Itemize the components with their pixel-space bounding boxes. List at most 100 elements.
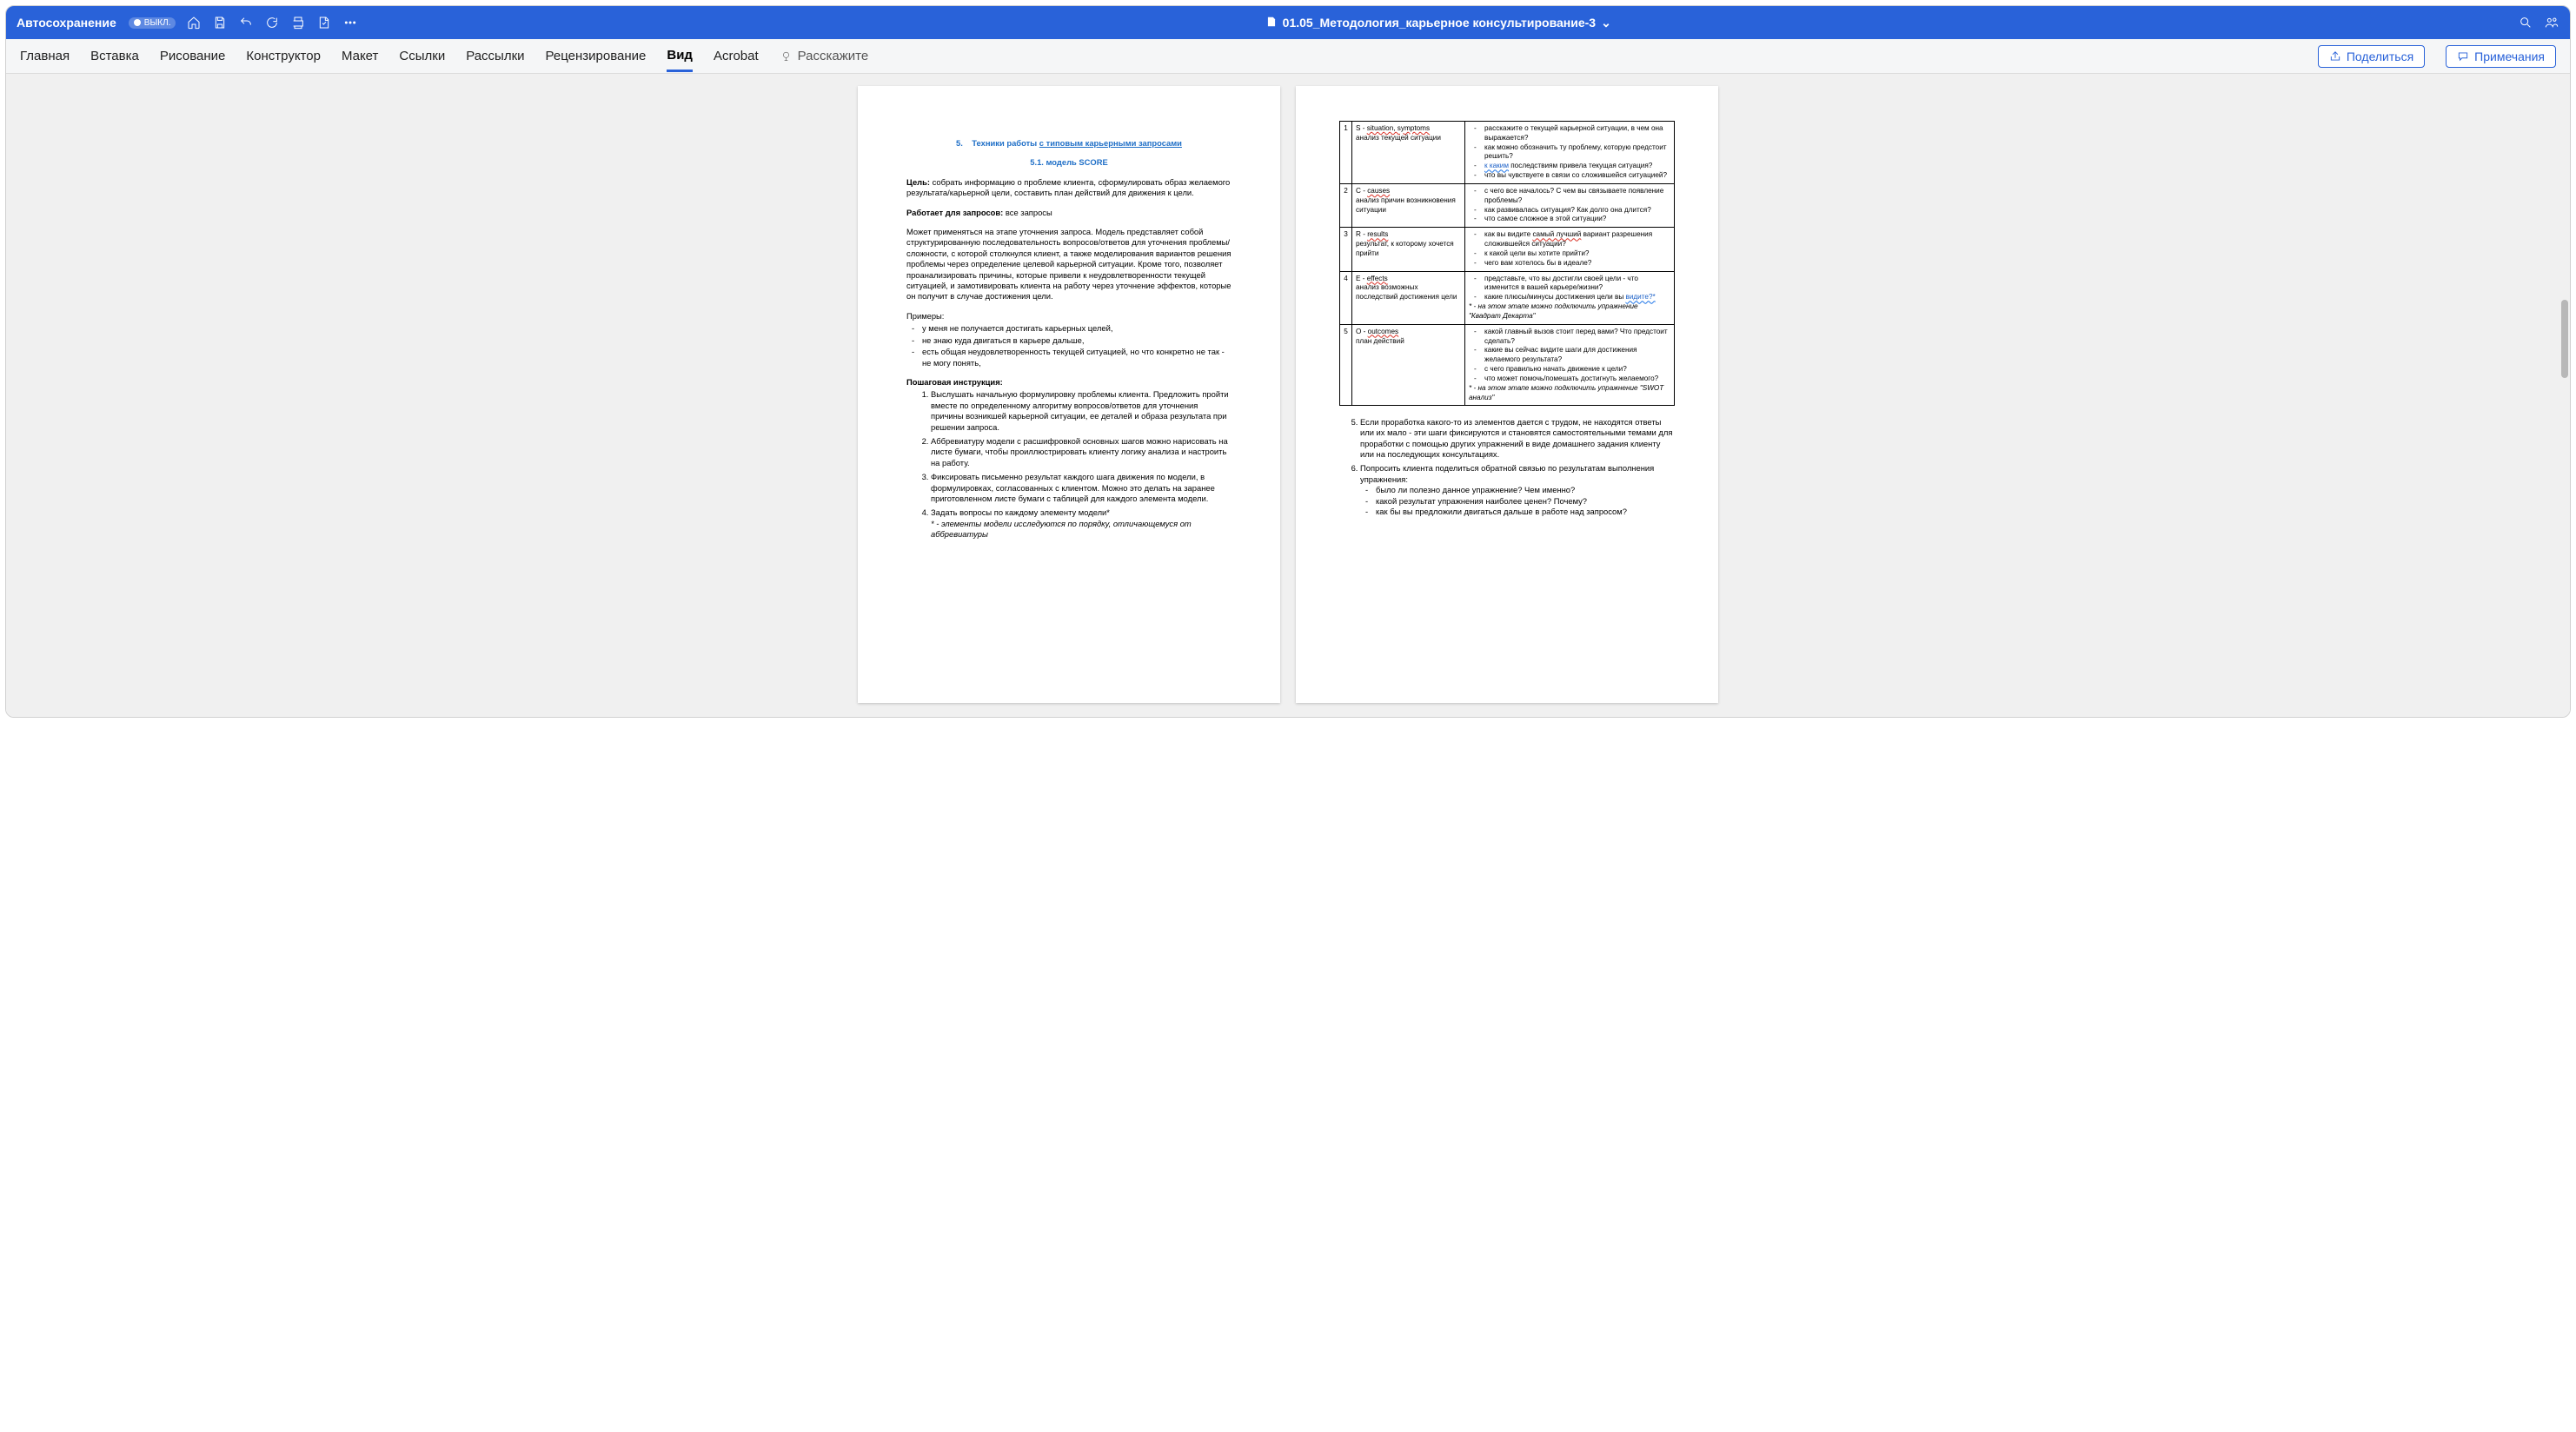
page-1: 5. Техники работы с типовым карьерными з… <box>858 86 1280 703</box>
list-item: Аббревиатуру модели с расшифровкой основ… <box>931 436 1232 468</box>
steps-list: Выслушать начальную формулировку проблем… <box>906 389 1232 540</box>
table-row: 1S - situation, symptomsанализ текущей с… <box>1340 122 1675 184</box>
list-item: не знаю куда двигаться в карьере дальше, <box>922 335 1232 346</box>
row-term: R - resultsрезультат, к которому хочется… <box>1352 228 1465 271</box>
tab-references[interactable]: Ссылки <box>399 42 445 70</box>
tab-insert[interactable]: Вставка <box>90 42 139 70</box>
template-icon[interactable] <box>316 15 332 30</box>
ribbon: Главная Вставка Рисование Конструктор Ма… <box>6 39 2570 74</box>
tab-review[interactable]: Рецензирование <box>546 42 647 70</box>
row-note: * - на этом этапе можно подключить упраж… <box>1469 302 1670 322</box>
tab-home[interactable]: Главная <box>20 42 70 70</box>
row-questions: расскажите о текущей карьерной ситуации,… <box>1465 122 1675 184</box>
comments-button[interactable]: Примечания <box>2446 45 2556 68</box>
list-item: Задать вопросы по каждому элементу модел… <box>931 507 1232 540</box>
word-doc-icon <box>1265 16 1278 30</box>
list-item: было ли полезно данное упражнение? Чем и… <box>1376 485 1675 495</box>
scrollbar-thumb[interactable] <box>2561 300 2568 378</box>
works-text: все запросы <box>1003 208 1052 217</box>
row-term: C - causesанализ причин возникновения си… <box>1352 183 1465 227</box>
row-number: 3 <box>1340 228 1352 271</box>
autosave-toggle[interactable]: ВЫКЛ. <box>129 17 176 29</box>
description: Может применяться на этапе уточнения зап… <box>906 227 1232 302</box>
list-item: к какой цели вы хотите прийти? <box>1477 249 1670 259</box>
autosave-state: ВЫКЛ. <box>144 18 171 28</box>
home-icon[interactable] <box>186 15 202 30</box>
works-label: Работает для запросов: <box>906 208 1003 217</box>
list-item: как развивалась ситуация? Как долго она … <box>1477 206 1670 215</box>
list-item: как вы видите самый лучший вариант разре… <box>1477 230 1670 249</box>
undo-icon[interactable] <box>238 15 254 30</box>
list-item: Попросить клиента поделиться обратной св… <box>1360 463 1675 517</box>
score-table: 1S - situation, symptomsанализ текущей с… <box>1339 121 1675 406</box>
list-item: расскажите о текущей карьерной ситуации,… <box>1477 124 1670 143</box>
document-title[interactable]: 01.05_Методология_карьерное консультиров… <box>358 16 2518 30</box>
more-icon[interactable] <box>342 15 358 30</box>
list-item: как бы вы предложили двигаться дальше в … <box>1376 507 1675 517</box>
list-item: Фиксировать письменно результат каждого … <box>931 472 1232 504</box>
list-item: какие плюсы/минусы достижения цели вы ви… <box>1477 293 1670 302</box>
row-questions: представьте, что вы достигли своей цели … <box>1465 271 1675 324</box>
list-item: как можно обозначить ту проблему, котору… <box>1477 143 1670 162</box>
row-term: O - outcomesплан действий <box>1352 324 1465 406</box>
list-item: есть общая неудовлетворенность текущей с… <box>922 347 1232 368</box>
list-item: что вы чувствуете в связи со сложившейся… <box>1477 171 1670 181</box>
tab-view[interactable]: Вид <box>667 41 693 72</box>
autosave-label: Автосохранение <box>17 16 116 30</box>
tab-mailings[interactable]: Рассылки <box>466 42 524 70</box>
app-window: Автосохранение ВЫКЛ. 01.05_Методология_к… <box>5 5 2571 718</box>
list-item: Выслушать начальную формулировку проблем… <box>931 389 1232 433</box>
list-item: что самое сложное в этой ситуации? <box>1477 215 1670 224</box>
list-item: чего вам хотелось бы в идеале? <box>1477 259 1670 268</box>
list-item: Если проработка какого-то из элементов д… <box>1360 417 1675 461</box>
heading-number: 5. <box>956 138 963 148</box>
goal-text: собрать информацию о проблеме клиента, с… <box>906 177 1230 197</box>
examples-list: у меня не получается достигать карьерных… <box>906 323 1232 368</box>
toggle-dot-icon <box>134 19 141 26</box>
save-icon[interactable] <box>212 15 228 30</box>
list-item: какие вы сейчас видите шаги для достижен… <box>1477 346 1670 365</box>
heading-text-plain: Техники работы <box>972 138 1039 148</box>
tab-layout[interactable]: Макет <box>342 42 378 70</box>
row-term: E - effectsанализ возможных последствий … <box>1352 271 1465 324</box>
steps-note: * - элементы модели исследуются по поряд… <box>931 519 1192 539</box>
feedback-list: было ли полезно данное упражнение? Чем и… <box>1360 485 1675 517</box>
list-item: у меня не получается достигать карьерных… <box>922 323 1232 334</box>
row-questions: с чего все началось? С чем вы связываете… <box>1465 183 1675 227</box>
tab-acrobat[interactable]: Acrobat <box>714 42 759 70</box>
row-number: 2 <box>1340 183 1352 227</box>
document-canvas[interactable]: 5. Техники работы с типовым карьерными з… <box>6 74 2570 717</box>
row-term: S - situation, symptomsанализ текущей си… <box>1352 122 1465 184</box>
table-row: 3R - resultsрезультат, к которому хочетс… <box>1340 228 1675 271</box>
row-number: 4 <box>1340 271 1352 324</box>
tab-design[interactable]: Конструктор <box>246 42 321 70</box>
search-icon[interactable] <box>2518 15 2533 30</box>
chevron-down-icon: ⌄ <box>1601 16 1611 30</box>
row-note: * - на этом этапе можно подключить упраж… <box>1469 384 1670 403</box>
tab-draw[interactable]: Рисование <box>160 42 226 70</box>
examples-label: Примеры: <box>906 311 1232 322</box>
table-row: 4E - effectsанализ возможных последствий… <box>1340 271 1675 324</box>
list-item: с чего правильно начать движение к цели? <box>1477 365 1670 375</box>
tell-me[interactable]: Расскажите <box>780 49 869 63</box>
heading-link: с типовым карьерными запросами <box>1039 138 1182 148</box>
list-item: какой результат упражнения наиболее цене… <box>1376 496 1675 507</box>
goal-label: Цель: <box>906 177 930 187</box>
row-questions: какой главный вызов стоит перед вами? Чт… <box>1465 324 1675 406</box>
page-2: 1S - situation, symptomsанализ текущей с… <box>1296 86 1718 703</box>
row-questions: как вы видите самый лучший вариант разре… <box>1465 228 1675 271</box>
subheading: 5.1. модель SCORE <box>1030 157 1107 167</box>
list-item: представьте, что вы достигли своей цели … <box>1477 275 1670 294</box>
table-row: 2C - causesанализ причин возникновения с… <box>1340 183 1675 227</box>
list-item: что может помочь/помешать достигнуть жел… <box>1477 375 1670 384</box>
row-number: 5 <box>1340 324 1352 406</box>
titlebar: Автосохранение ВЫКЛ. 01.05_Методология_к… <box>6 6 2570 39</box>
share-people-icon[interactable] <box>2544 15 2559 30</box>
continued-steps: Если проработка какого-то из элементов д… <box>1339 417 1675 518</box>
print-icon[interactable] <box>290 15 306 30</box>
share-button[interactable]: Поделиться <box>2318 45 2425 68</box>
list-item: с чего все началось? С чем вы связываете… <box>1477 187 1670 206</box>
row-number: 1 <box>1340 122 1352 184</box>
list-item: какой главный вызов стоит перед вами? Чт… <box>1477 328 1670 347</box>
redo-icon[interactable] <box>264 15 280 30</box>
